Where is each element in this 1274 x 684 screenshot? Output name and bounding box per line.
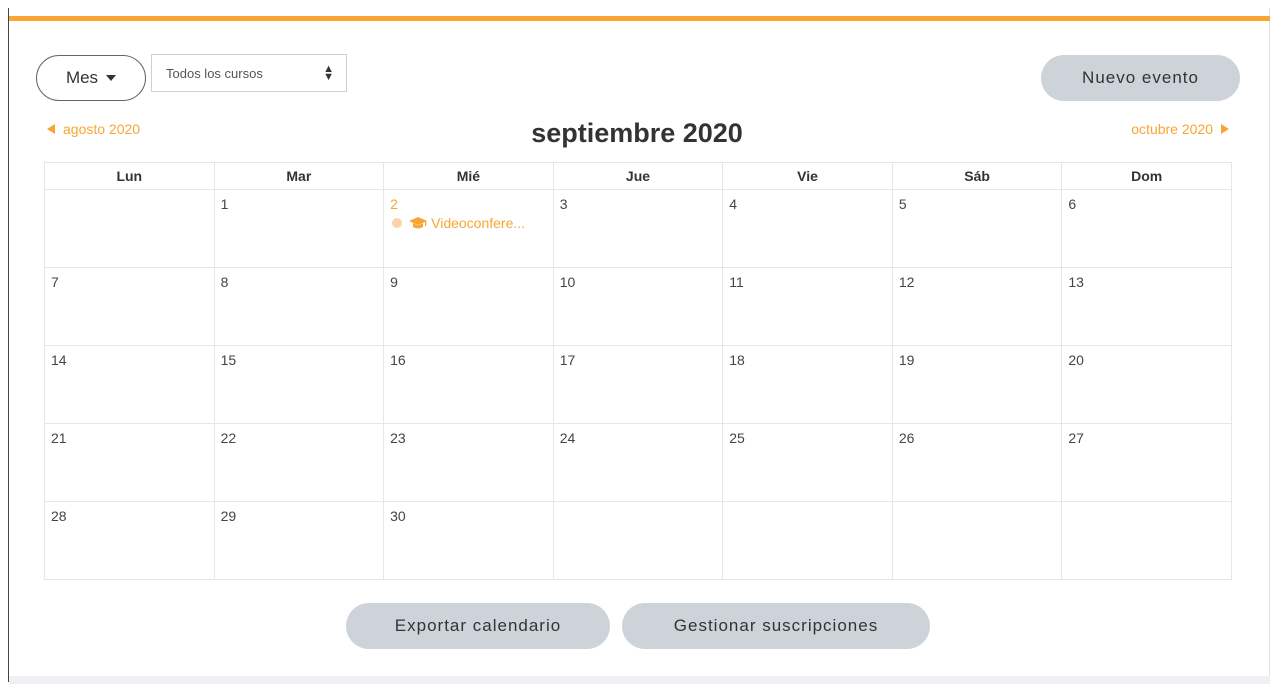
weekday-header: Sáb [891,162,1063,190]
day-cell[interactable]: 13 [1061,267,1232,346]
day-cell[interactable]: 2 Videoconfere... [383,189,554,268]
day-cell[interactable]: 27 [1061,423,1232,502]
day-cell[interactable]: 12 [891,267,1063,346]
day-cell[interactable]: 29 [213,501,385,580]
accent-bar [9,16,1270,21]
weekday-header: Dom [1061,162,1232,190]
day-cell[interactable]: 26 [891,423,1063,502]
day-number: 4 [729,196,738,212]
day-number[interactable]: 2 [390,196,398,212]
course-select[interactable]: Todos los cursos ▲ ▼ [151,54,347,92]
day-cell[interactable]: 18 [722,345,893,424]
day-number: 15 [220,352,237,368]
calendar-grid: Lun Mar Mié Jue Vie Sáb Dom 1 2 Videocon… [44,162,1232,580]
weekday-header: Vie [722,162,893,190]
week-row: 14 15 16 17 18 19 20 [44,345,1232,424]
day-number: 11 [729,274,744,290]
day-cell[interactable]: 6 [1061,189,1232,268]
day-cell[interactable]: 30 [383,501,554,580]
weekday-header: Mar [213,162,385,190]
day-number: 3 [559,196,568,212]
day-cell[interactable]: 16 [383,345,554,424]
view-dropdown-label: Mes [65,68,99,87]
weekday-header: Jue [552,162,724,190]
day-cell[interactable]: 4 [722,189,893,268]
day-number: 17 [559,352,576,368]
day-number: 14 [51,352,67,368]
day-number: 20 [1068,352,1084,368]
month-title: septiembre 2020 [531,118,743,148]
day-number: 16 [390,352,406,368]
weekday-header: Mié [383,162,554,190]
event-label: Videoconfere... [431,215,526,231]
day-cell[interactable]: 14 [44,345,215,424]
course-select-value: Todos los cursos [166,65,263,81]
day-cell [722,501,893,580]
day-number: 19 [898,352,915,368]
week-row: 21 22 23 24 25 26 27 [44,423,1232,502]
day-number: 18 [729,352,745,368]
week-row: 28 29 30 [44,501,1232,580]
day-cell[interactable]: 1 [213,189,385,268]
day-number: 27 [1068,430,1084,446]
arrow-right-icon [1221,124,1229,134]
event-dot-icon [392,218,403,228]
select-arrows-icon: ▲ ▼ [323,63,334,83]
day-number: 24 [559,430,576,446]
day-number: 5 [898,196,907,212]
day-cell[interactable]: 25 [722,423,893,502]
event-item[interactable]: Videoconfere... [392,215,525,231]
day-number: 9 [390,274,398,290]
day-number: 13 [1068,274,1084,290]
day-number: 1 [220,196,229,212]
graduation-cap-icon [409,216,428,230]
day-number: 12 [898,274,915,290]
day-cell[interactable]: 8 [213,267,385,346]
day-number: 7 [51,274,59,290]
day-number: 6 [1068,196,1077,212]
day-number: 26 [898,430,915,446]
day-cell[interactable]: 19 [891,345,1063,424]
day-cell[interactable]: 24 [552,423,724,502]
weekday-header: Lun [44,162,215,190]
day-cell[interactable]: 5 [891,189,1063,268]
day-cell[interactable]: 10 [552,267,724,346]
day-cell[interactable]: 3 [552,189,724,268]
bottom-band [9,676,1270,684]
day-cell[interactable]: 7 [44,267,215,346]
caret-down-icon [106,75,117,81]
next-month-label: octubre 2020 [1131,121,1213,137]
day-number: 28 [51,508,67,524]
day-cell[interactable]: 11 [722,267,893,346]
day-cell[interactable]: 21 [44,423,215,502]
week-row: 7 8 9 10 11 12 13 [44,267,1232,346]
day-cell[interactable]: 22 [213,423,385,502]
day-number: 23 [390,430,406,446]
day-cell [891,501,1063,580]
weekday-header-row: Lun Mar Mié Jue Vie Sáb Dom [44,162,1232,190]
day-cell [1061,501,1232,580]
day-number: 30 [390,508,406,524]
day-number: 21 [51,430,67,446]
day-number: 29 [220,508,237,524]
day-cell[interactable]: 23 [383,423,554,502]
day-number: 10 [559,274,576,290]
day-cell[interactable]: 28 [44,501,215,580]
manage-subscriptions-button[interactable]: Gestionar suscripciones [622,603,930,649]
view-dropdown-button[interactable]: Mes [36,55,146,101]
day-cell[interactable]: 9 [383,267,554,346]
day-cell [44,189,215,268]
next-month-link[interactable]: octubre 2020 [1131,121,1229,137]
day-number: 8 [220,274,229,290]
week-row: 1 2 Videoconfere... 3 4 5 6 [44,189,1232,268]
day-cell[interactable]: 17 [552,345,724,424]
day-cell [552,501,724,580]
new-event-button[interactable]: Nuevo evento [1041,55,1240,101]
day-cell[interactable]: 20 [1061,345,1232,424]
export-calendar-button[interactable]: Exportar calendario [346,603,610,649]
day-number: 22 [220,430,237,446]
day-number: 25 [729,430,745,446]
day-cell[interactable]: 15 [213,345,385,424]
